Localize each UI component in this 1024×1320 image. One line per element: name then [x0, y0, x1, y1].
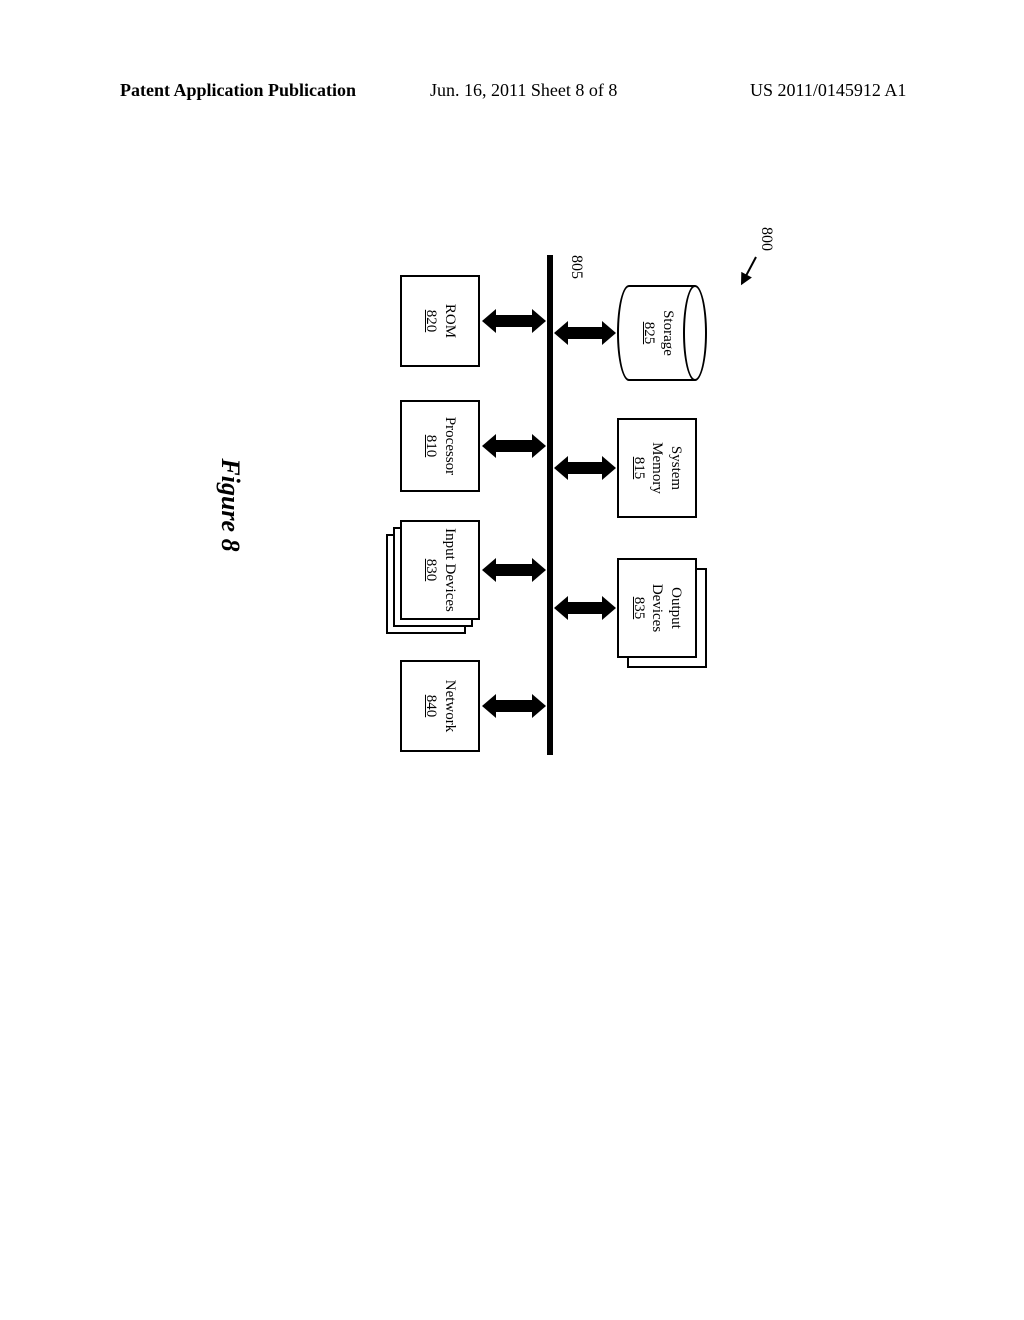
system-memory-label: System Memory	[648, 442, 686, 494]
system-bus	[547, 255, 553, 755]
storage-block: Storage 825	[617, 285, 707, 381]
system-memory-num: 815	[629, 457, 648, 480]
input-devices-num: 830	[421, 559, 440, 582]
header-center: Jun. 16, 2011 Sheet 8 of 8	[430, 80, 617, 101]
rom-num: 820	[421, 310, 440, 333]
network-block: Network 840	[400, 660, 480, 752]
input-devices-label: Input Devices	[440, 528, 459, 612]
output-devices-num: 835	[629, 597, 648, 620]
output-devices-label: Output Devices	[648, 584, 686, 632]
bus-label: 805	[567, 255, 585, 279]
storage-num: 825	[640, 285, 659, 381]
input-devices-block: Input Devices 830	[400, 520, 480, 620]
rom-block: ROM 820	[400, 275, 480, 367]
system-memory-bus-arrow-icon	[566, 462, 604, 474]
header-left: Patent Application Publication	[120, 80, 356, 101]
system-arrow-icon	[741, 257, 757, 284]
processor-num: 810	[421, 435, 440, 458]
rom-label: ROM	[440, 304, 459, 338]
output-devices-block: Output Devices 835	[617, 558, 697, 658]
network-bus-arrow-icon	[494, 700, 534, 712]
output-devices-bus-arrow-icon	[566, 602, 604, 614]
storage-label: Storage	[658, 285, 677, 381]
network-label: Network	[440, 680, 459, 733]
system-label: 800	[757, 227, 775, 251]
network-num: 840	[421, 695, 440, 718]
processor-bus-arrow-icon	[494, 440, 534, 452]
header-right: US 2011/0145912 A1	[750, 80, 906, 101]
processor-label: Processor	[440, 417, 459, 475]
input-devices-bus-arrow-icon	[494, 564, 534, 576]
figure-8-diagram: 800 805 Storage 825 System Memory 815	[315, 225, 875, 885]
system-memory-block: System Memory 815	[617, 418, 697, 518]
rom-bus-arrow-icon	[494, 315, 534, 327]
storage-bus-arrow-icon	[566, 327, 604, 339]
processor-block: Processor 810	[400, 400, 480, 492]
figure-caption: Figure 8	[215, 458, 245, 551]
